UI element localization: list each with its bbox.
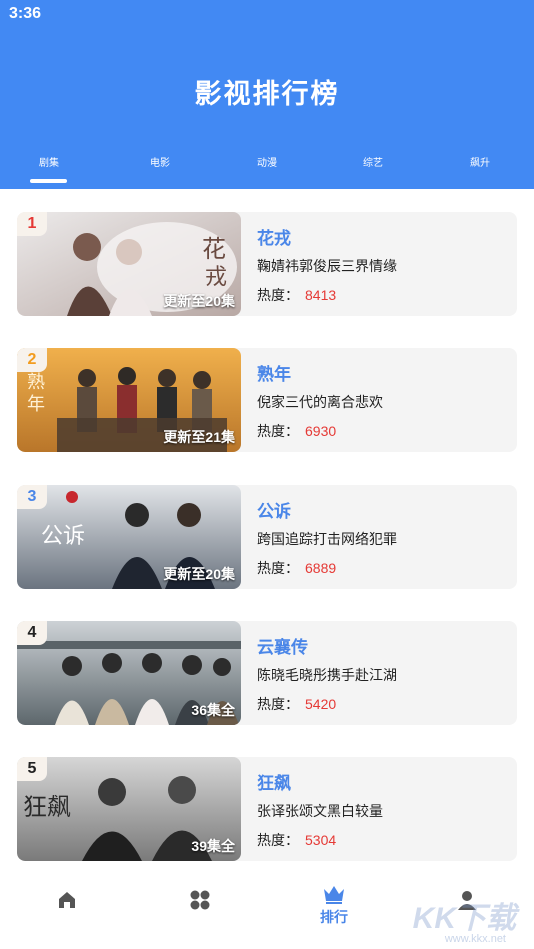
heat-label: 热度： <box>257 560 299 576</box>
ranking-list: 花 戎 1 更新至20集 花戎 鞠婧祎郭俊辰三界情缘 热度： 8413 熟 年 2 <box>0 189 534 871</box>
episode-status: 更新至20集 <box>163 293 235 309</box>
poster-image: 熟 年 2 更新至21集 <box>17 348 241 452</box>
nav-home[interactable] <box>27 889 107 939</box>
active-tab-indicator <box>30 179 67 183</box>
episode-status: 39集全 <box>191 838 235 854</box>
poster-image: 公诉 3 更新至20集 <box>17 485 241 589</box>
heat-row: 热度： 6930 <box>257 421 336 441</box>
svg-text:花: 花 <box>202 235 226 263</box>
svg-text:戎: 戎 <box>205 265 227 290</box>
poster-image: 4 36集全 <box>17 621 241 725</box>
ranking-card[interactable]: 公诉 3 更新至20集 公诉 跨国追踪打击网络犯罪 热度： 6889 <box>17 485 517 589</box>
svg-text:公诉: 公诉 <box>41 524 85 549</box>
heat-value: 5420 <box>305 696 337 712</box>
poster-image: 狂飙 5 39集全 <box>17 757 241 861</box>
heat-value: 8413 <box>305 287 337 303</box>
svg-text:熟: 熟 <box>27 372 45 393</box>
rank-badge: 5 <box>17 757 47 781</box>
episode-status: 36集全 <box>191 702 235 718</box>
tab-anime[interactable]: 动漫 <box>227 154 307 169</box>
heat-value: 6889 <box>305 560 337 576</box>
show-title: 熟年 <box>257 365 291 384</box>
show-title: 花戎 <box>257 229 291 248</box>
poster-image: 花 戎 1 更新至20集 <box>17 212 241 316</box>
heat-label: 热度： <box>257 832 299 848</box>
top-header: 3:36 影视排行榜 剧集 电影 动漫 综艺 飙升 <box>0 0 534 189</box>
heat-row: 热度： 6889 <box>257 558 336 578</box>
show-description: 跨国追踪打击网络犯罪 <box>257 531 397 547</box>
rank-badge: 3 <box>17 485 47 509</box>
ranking-card[interactable]: 花 戎 1 更新至20集 花戎 鞠婧祎郭俊辰三界情缘 热度： 8413 <box>17 212 517 316</box>
tab-series[interactable]: 剧集 <box>9 154 89 169</box>
ranking-card[interactable]: 4 36集全 云襄传 陈晓毛晓彤携手赴江湖 热度： 5420 <box>17 621 517 725</box>
nav-ranking-label: 排行 <box>320 909 348 925</box>
page-title: 影视排行榜 <box>194 79 340 109</box>
rank-badge: 1 <box>17 212 47 236</box>
heat-label: 热度： <box>257 287 299 303</box>
episode-status: 更新至21集 <box>163 429 235 445</box>
nav-ranking[interactable]: 排行 <box>294 883 374 933</box>
rank-badge: 2 <box>17 348 47 372</box>
bottom-navigation: 排行 KK下载 www.kkx.net <box>0 871 534 949</box>
show-title: 云襄传 <box>257 638 308 657</box>
show-description: 倪家三代的离合悲欢 <box>257 394 383 410</box>
nav-categories[interactable] <box>160 889 240 939</box>
heat-label: 热度： <box>257 423 299 439</box>
tab-variety[interactable]: 综艺 <box>333 154 413 169</box>
watermark-url: www.kkx.net <box>444 933 506 945</box>
grid-icon <box>190 890 210 910</box>
svg-text:狂飙: 狂飙 <box>23 793 71 821</box>
ranking-card[interactable]: 熟 年 2 更新至21集 熟年 倪家三代的离合悲欢 热度： 6930 <box>17 348 517 452</box>
svg-text:年: 年 <box>27 394 45 415</box>
heat-row: 热度： 5420 <box>257 694 336 714</box>
watermark-brand: KK下载 <box>412 902 516 935</box>
status-bar-time: 3:36 <box>9 5 42 22</box>
episode-status: 更新至20集 <box>163 566 235 582</box>
heat-label: 热度： <box>257 696 299 712</box>
show-title: 狂飙 <box>257 774 291 793</box>
rank-badge: 4 <box>17 621 47 645</box>
show-title: 公诉 <box>257 502 291 521</box>
ranking-card[interactable]: 狂飙 5 39集全 狂飙 张译张颂文黑白较量 热度： 5304 <box>17 757 517 861</box>
home-icon <box>59 892 75 908</box>
heat-row: 热度： 5304 <box>257 830 336 850</box>
category-tabs: 剧集 电影 动漫 综艺 飙升 <box>0 150 534 189</box>
heat-value: 5304 <box>305 832 337 848</box>
heat-value: 6930 <box>305 423 337 439</box>
show-description: 鞠婧祎郭俊辰三界情缘 <box>257 258 397 274</box>
show-description: 张译张颂文黑白较量 <box>257 803 383 819</box>
heat-row: 热度： 8413 <box>257 285 336 305</box>
tab-movie[interactable]: 电影 <box>120 154 200 169</box>
show-description: 陈晓毛晓彤携手赴江湖 <box>257 667 397 683</box>
crown-icon <box>324 886 344 904</box>
tab-rising[interactable]: 飙升 <box>440 154 520 169</box>
